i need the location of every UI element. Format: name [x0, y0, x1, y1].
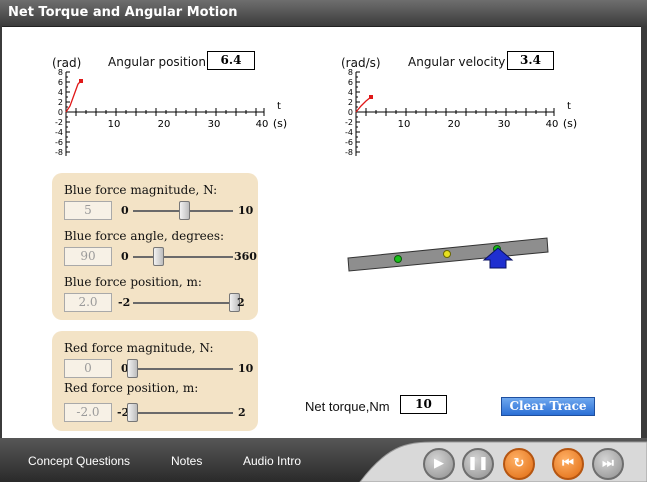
x-tick: 20: [158, 119, 171, 130]
x-axis-unit: (s): [563, 117, 577, 130]
clear-trace-button[interactable]: Clear Trace: [501, 397, 595, 416]
y-tick: -4: [345, 128, 353, 137]
concept-questions-link[interactable]: Concept Questions: [28, 454, 130, 468]
y-tick: 4: [348, 88, 353, 97]
red-position-label: Red force position, m:: [64, 381, 199, 395]
blue-position-max: 2: [237, 296, 245, 309]
x-tick: 40: [546, 119, 559, 130]
play-button[interactable]: ▶: [423, 448, 455, 480]
x-tick: 30: [498, 119, 511, 130]
x-axis-name: t: [277, 101, 281, 112]
blue-angle-min: 0: [121, 250, 129, 263]
x-tick: 40: [256, 119, 269, 130]
red-position-max: 2: [238, 406, 246, 419]
skip-back-icon: ⏮: [562, 456, 574, 471]
blue-position-label: Blue force position, m:: [64, 275, 202, 289]
play-icon: ▶: [434, 456, 444, 471]
blue-angle-thumb[interactable]: [153, 247, 164, 266]
net-torque-value: 10: [400, 395, 447, 414]
blue-angle-input[interactable]: 90: [64, 247, 112, 266]
y-tick: 6: [58, 78, 63, 87]
red-magnitude-max: 10: [238, 362, 254, 375]
first-step-button[interactable]: ⏮: [552, 448, 584, 480]
blue-angle-slider[interactable]: [133, 256, 233, 258]
y-tick: 8: [348, 68, 353, 77]
y-tick: -8: [55, 148, 63, 157]
y-tick: 2: [348, 98, 353, 107]
blue-magnitude-input[interactable]: 5: [64, 201, 112, 220]
y-tick: 0: [348, 108, 353, 117]
blue-angle-label: Blue force angle, degrees:: [64, 229, 225, 243]
y-tick: -2: [55, 118, 63, 127]
title-bar: Net Torque and Angular Motion: [0, 0, 647, 27]
reset-button[interactable]: ↻: [503, 448, 535, 480]
left-frame: [0, 26, 2, 438]
x-axis-name: t: [567, 101, 571, 112]
left-point-marker: [394, 255, 402, 263]
notes-link[interactable]: Notes: [171, 454, 202, 468]
center-pivot-marker: [443, 250, 451, 258]
y-tick: -4: [55, 128, 63, 137]
bottom-bar: Concept Questions Notes Audio Intro: [0, 438, 647, 482]
red-magnitude-input[interactable]: 0: [64, 359, 112, 378]
red-magnitude-slider[interactable]: [129, 368, 233, 370]
y-tick: 0: [58, 108, 63, 117]
y-tick: 6: [348, 78, 353, 87]
last-step-button[interactable]: ⏭: [592, 448, 624, 480]
x-tick: 30: [208, 119, 221, 130]
right-frame: [641, 26, 647, 438]
blue-magnitude-min: 0: [121, 204, 129, 217]
angular-velocity-marker: [369, 95, 373, 99]
graph2-label: Angular velocity: [408, 55, 506, 69]
red-magnitude-label: Red force magnitude, N:: [64, 341, 214, 355]
graph1-x-axis: 10 20 30 40 t (s): [66, 101, 287, 130]
y-tick: -6: [55, 138, 63, 147]
blue-magnitude-max: 10: [238, 204, 254, 217]
x-tick: 10: [398, 119, 411, 130]
x-axis-unit: (s): [273, 117, 287, 130]
y-tick: -6: [345, 138, 353, 147]
red-position-thumb[interactable]: [127, 403, 138, 422]
graph2-x-axis: 10 20 30 40 t (s): [356, 101, 577, 130]
blue-magnitude-thumb[interactable]: [179, 201, 190, 220]
red-position-slider[interactable]: [129, 412, 233, 414]
graph1-label: Angular position: [108, 55, 207, 69]
y-tick: -2: [345, 118, 353, 127]
red-position-input[interactable]: -2.0: [64, 403, 112, 422]
y-tick: 4: [58, 88, 63, 97]
blue-magnitude-label: Blue force magnitude, N:: [64, 183, 218, 197]
pause-icon: ❚❚: [467, 456, 489, 471]
rod-simulation: [347, 237, 549, 272]
app-title: Net Torque and Angular Motion: [8, 5, 238, 20]
x-tick: 20: [448, 119, 461, 130]
skip-forward-icon: ⏭: [602, 456, 614, 471]
blue-angle-max: 360: [234, 250, 257, 263]
angular-position-graph: 8 6 4 2 0 -2 -4 -6 -8 10 20 30 40 t (s): [55, 68, 287, 157]
angular-position-marker: [79, 79, 83, 83]
blue-position-slider[interactable]: [133, 302, 237, 304]
audio-intro-link[interactable]: Audio Intro: [243, 454, 301, 468]
y-tick: -8: [345, 148, 353, 157]
y-tick: 2: [58, 98, 63, 107]
reload-icon: ↻: [513, 456, 525, 471]
pause-button[interactable]: ❚❚: [462, 448, 494, 480]
red-magnitude-thumb[interactable]: [127, 359, 138, 378]
angular-velocity-trace: [355, 96, 372, 113]
blue-position-min: -2: [118, 296, 131, 309]
y-tick: 8: [58, 68, 63, 77]
x-tick: 10: [108, 119, 121, 130]
blue-position-input[interactable]: 2.0: [64, 293, 112, 312]
angular-velocity-graph: 8 6 4 2 0 -2 -4 -6 -8 10 20 30 40 t (s): [345, 68, 577, 157]
angular-position-trace: [65, 80, 82, 113]
net-torque-label: Net torque,Nm: [305, 399, 390, 414]
